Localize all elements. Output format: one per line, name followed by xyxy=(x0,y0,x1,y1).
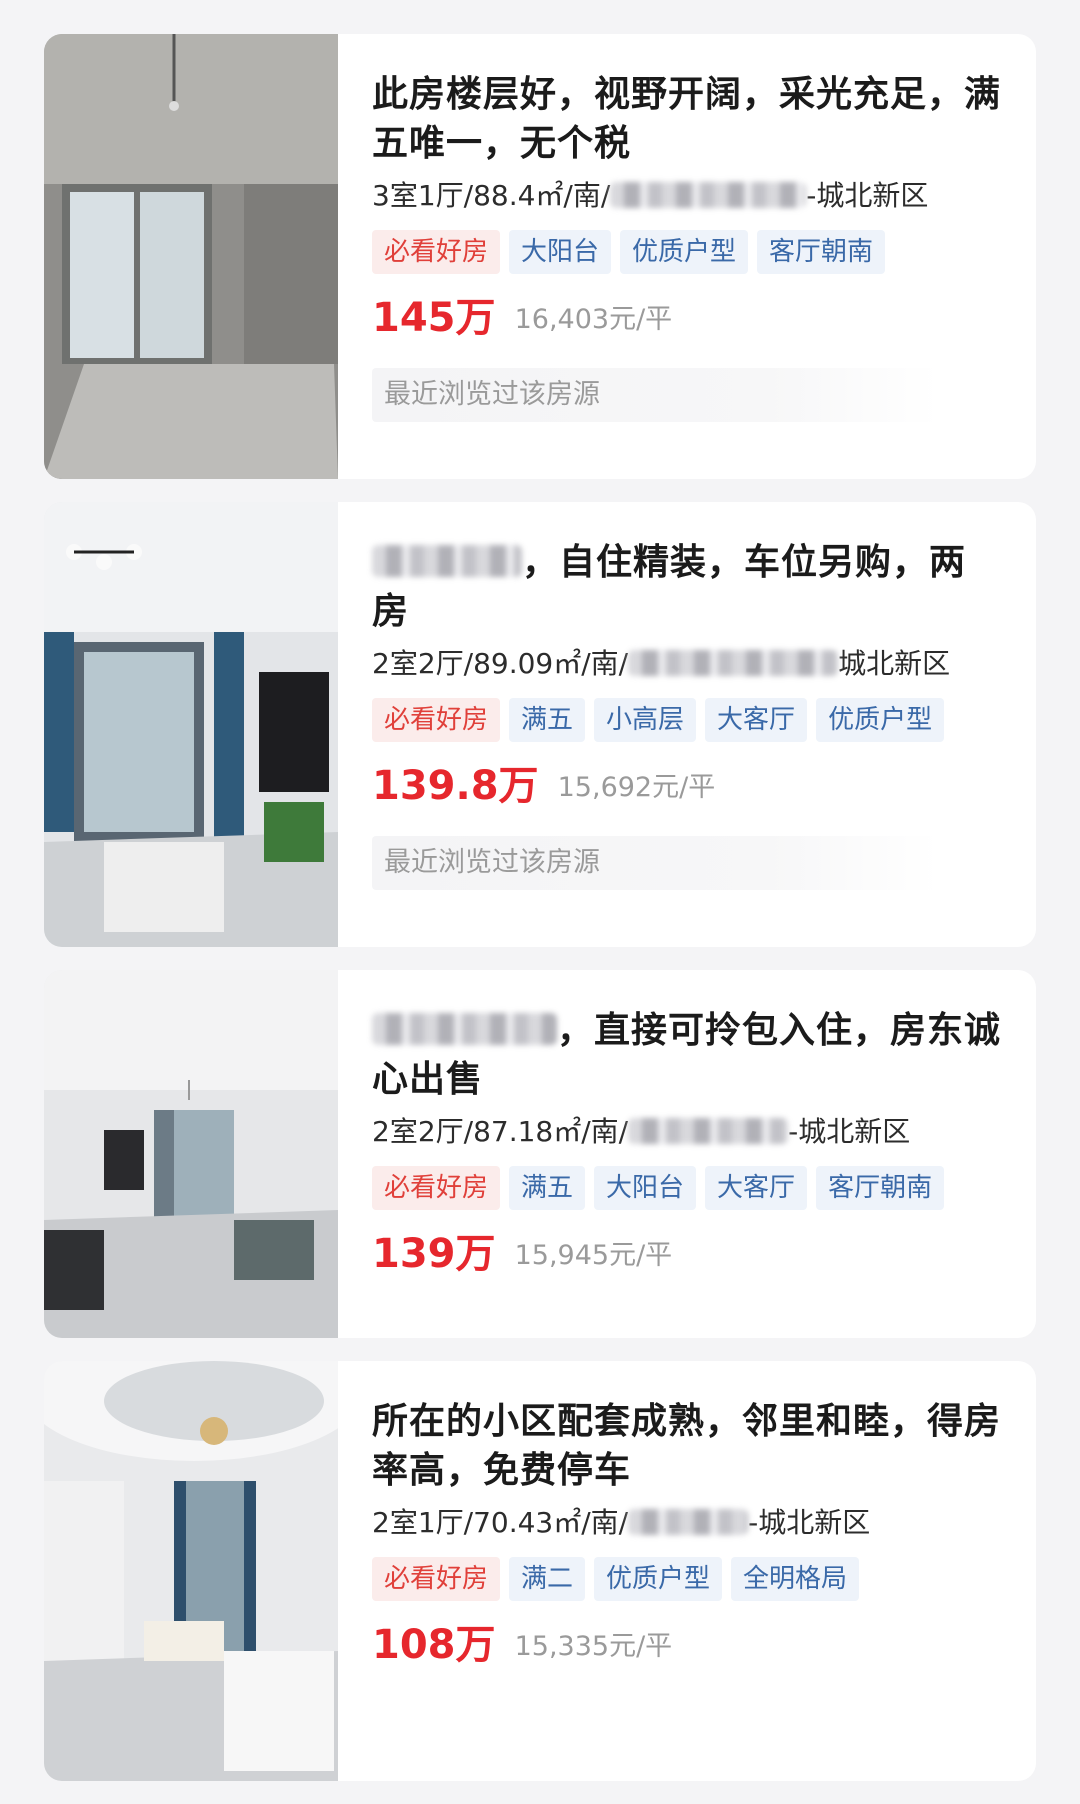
unit-price: 15,692元/平 xyxy=(557,772,716,803)
unit-price: 16,403元/平 xyxy=(514,304,673,335)
redacted-title-fragment xyxy=(372,1013,557,1045)
listing-photo[interactable] xyxy=(44,34,338,479)
tag: 客厅朝南 xyxy=(816,1166,945,1210)
listing-layout-text: 3室1厅/88.4㎡/南/ xyxy=(372,179,611,212)
redacted-community-name xyxy=(628,1509,749,1535)
tag: 满五 xyxy=(509,698,586,742)
listing-tags: 必看好房 大阳台 优质户型 客厅朝南 xyxy=(372,230,1002,276)
listing-meta: 2室2厅/87.18㎡/南/ -城北新区 xyxy=(372,1112,1002,1152)
total-price: 139.8万 xyxy=(372,763,539,809)
listing-title-text: 所在的小区配套成熟，邻里和睦，得房率高，免费停车 xyxy=(372,1401,1002,1491)
listing-meta: 2室2厅/89.09㎡/南/城北新区 xyxy=(372,644,1002,684)
listing-meta: 3室1厅/88.4㎡/南/ -城北新区 xyxy=(372,176,1002,216)
redacted-community-name xyxy=(628,1118,789,1144)
tag: 优质户型 xyxy=(816,698,945,742)
listing-photo[interactable] xyxy=(44,502,338,947)
listing-card[interactable]: 此房楼层好，视野开阔，采光充足，满五唯一，无个税 3室1厅/88.4㎡/南/ -城… xyxy=(44,34,1036,479)
tag: 大客厅 xyxy=(705,1166,808,1210)
tag: 小高层 xyxy=(594,698,697,742)
tag-highlight: 必看好房 xyxy=(372,698,501,742)
listing-district: -城北新区 xyxy=(748,1506,871,1539)
tag: 大客厅 xyxy=(705,698,808,742)
tag: 满二 xyxy=(509,1557,586,1601)
listing-tags: 必看好房 满二 优质户型 全明格局 xyxy=(372,1557,1002,1603)
listing-tags: 必看好房 满五 大阳台 大客厅 客厅朝南 xyxy=(372,1166,1002,1212)
price-row: 139万 15,945元/平 xyxy=(372,1226,1002,1282)
listing-layout-text: 2室2厅/87.18㎡/南/ xyxy=(372,1115,629,1148)
tag: 客厅朝南 xyxy=(757,230,886,274)
total-price: 139万 xyxy=(372,1231,496,1277)
total-price: 145万 xyxy=(372,295,496,341)
unit-price: 15,945元/平 xyxy=(514,1240,673,1271)
tag: 大阳台 xyxy=(509,230,612,274)
redacted-community-name xyxy=(610,182,807,208)
tag: 全明格局 xyxy=(731,1557,860,1601)
listing-card[interactable]: ，直接可拎包入住，房东诚心出售 2室2厅/87.18㎡/南/ -城北新区 必看好房… xyxy=(44,970,1036,1338)
recently-viewed-note: 最近浏览过该房源 xyxy=(372,368,939,422)
tag-highlight: 必看好房 xyxy=(372,230,501,274)
listing-title-text: 此房楼层好，视野开阔，采光充足，满五唯一，无个税 xyxy=(372,74,1002,164)
listing-title[interactable]: ，直接可拎包入住，房东诚心出售 xyxy=(372,1006,1002,1104)
tag-highlight: 必看好房 xyxy=(372,1557,501,1601)
price-row: 108万 15,335元/平 xyxy=(372,1617,1002,1673)
listing-photo[interactable] xyxy=(44,970,338,1338)
tag: 满五 xyxy=(509,1166,586,1210)
redacted-title-fragment xyxy=(372,545,522,577)
tag: 优质户型 xyxy=(594,1557,723,1601)
listing-card[interactable]: 所在的小区配套成熟，邻里和睦，得房率高，免费停车 2室1厅/70.43㎡/南/ -… xyxy=(44,1361,1036,1781)
listing-info: ，自住精装，车位另购，两房 2室2厅/89.09㎡/南/城北新区 必看好房 满五小… xyxy=(372,538,1002,890)
listing-info: 所在的小区配套成熟，邻里和睦，得房率高，免费停车 2室1厅/70.43㎡/南/ -… xyxy=(372,1397,1002,1673)
listing-title[interactable]: 此房楼层好，视野开阔，采光充足，满五唯一，无个税 xyxy=(372,70,1002,168)
listing-info: 此房楼层好，视野开阔，采光充足，满五唯一，无个税 3室1厅/88.4㎡/南/ -城… xyxy=(372,70,1002,422)
listing-feed: 此房楼层好，视野开阔，采光充足，满五唯一，无个税 3室1厅/88.4㎡/南/ -城… xyxy=(44,34,1036,1804)
price-row: 139.8万 15,692元/平 xyxy=(372,758,1002,814)
tag-highlight: 必看好房 xyxy=(372,1166,501,1210)
listing-meta: 2室1厅/70.43㎡/南/ -城北新区 xyxy=(372,1503,1002,1543)
listing-layout-text: 2室2厅/89.09㎡/南/ xyxy=(372,647,629,680)
unit-price: 15,335元/平 xyxy=(514,1631,673,1662)
listing-tags: 必看好房 满五 小高层 大客厅 优质户型 xyxy=(372,698,1002,744)
listing-district: -城北新区 xyxy=(788,1115,911,1148)
listing-district: -城北新区 xyxy=(806,179,929,212)
listing-layout-text: 2室1厅/70.43㎡/南/ xyxy=(372,1506,629,1539)
tag: 大阳台 xyxy=(594,1166,697,1210)
redacted-community-name xyxy=(628,650,839,676)
listing-title[interactable]: 所在的小区配套成熟，邻里和睦，得房率高，免费停车 xyxy=(372,1397,1002,1495)
total-price: 108万 xyxy=(372,1622,496,1668)
price-row: 145万 16,403元/平 xyxy=(372,290,1002,346)
listing-photo[interactable] xyxy=(44,1361,338,1781)
listing-title[interactable]: ，自住精装，车位另购，两房 xyxy=(372,538,1002,636)
listing-district: 城北新区 xyxy=(838,647,951,680)
listing-card[interactable]: ，自住精装，车位另购，两房 2室2厅/89.09㎡/南/城北新区 必看好房 满五小… xyxy=(44,502,1036,947)
tag: 优质户型 xyxy=(620,230,749,274)
listing-info: ，直接可拎包入住，房东诚心出售 2室2厅/87.18㎡/南/ -城北新区 必看好房… xyxy=(372,1006,1002,1282)
recently-viewed-note: 最近浏览过该房源 xyxy=(372,836,939,890)
